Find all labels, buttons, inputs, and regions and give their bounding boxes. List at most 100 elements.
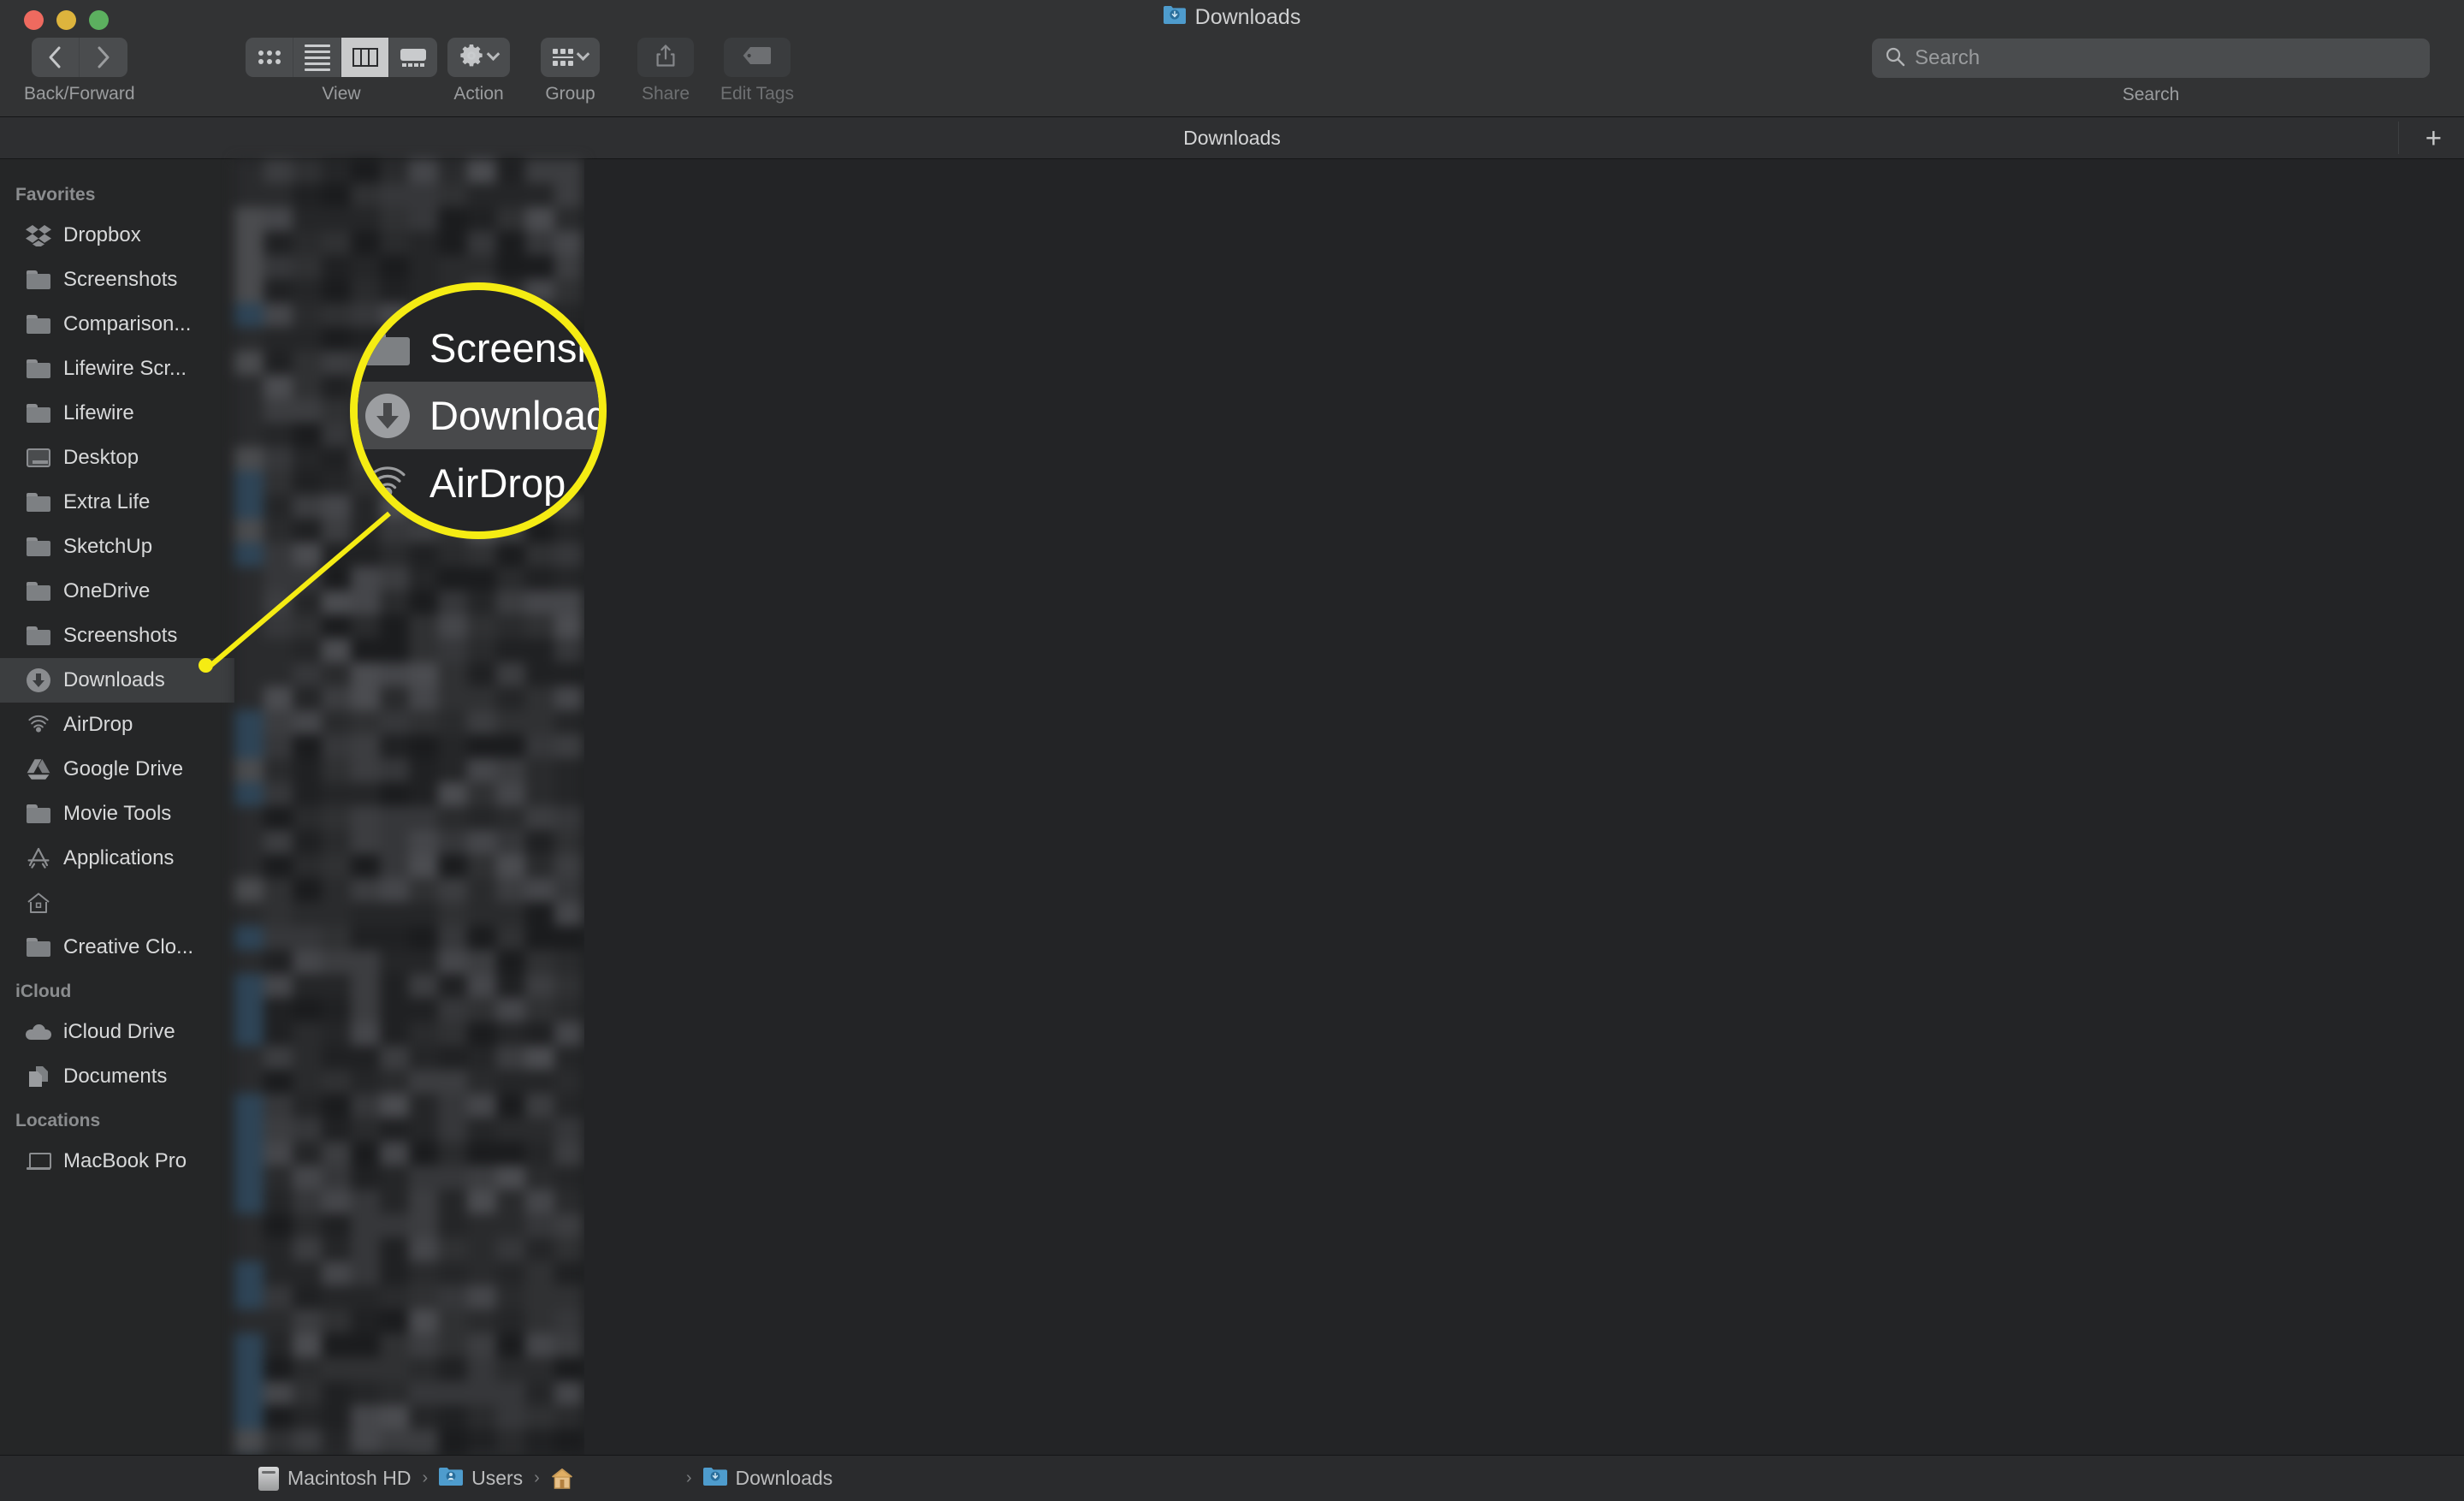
folder-icon bbox=[26, 400, 51, 426]
path-separator: › bbox=[685, 1468, 692, 1487]
sidebar-item-label: Documents bbox=[63, 1065, 168, 1088]
sidebar-item-label: MacBook Pro bbox=[63, 1149, 187, 1172]
path-segment-label: Macintosh HD bbox=[287, 1467, 412, 1489]
back-button[interactable] bbox=[32, 38, 80, 77]
toolbar: Downloads Back/Forward View Action Group… bbox=[0, 0, 2464, 117]
columns-icon bbox=[352, 48, 378, 67]
share-icon bbox=[655, 44, 676, 72]
sidebar-item-icloud-drive[interactable]: iCloud Drive bbox=[0, 1010, 234, 1054]
sidebar-item-applications[interactable]: Applications bbox=[0, 836, 234, 881]
sidebar-section-favorites: Favorites bbox=[15, 185, 96, 205]
column-one[interactable] bbox=[234, 159, 583, 1455]
macbook-icon bbox=[26, 1148, 51, 1174]
edit-tags-button[interactable] bbox=[724, 38, 791, 77]
tag-icon bbox=[742, 45, 773, 70]
action-button[interactable] bbox=[447, 38, 510, 77]
window-title-text: Downloads bbox=[1194, 5, 1301, 29]
hard-drive-icon bbox=[258, 1466, 279, 1491]
sidebar-item-onedrive[interactable]: OneDrive bbox=[0, 569, 234, 614]
applications-icon bbox=[26, 845, 51, 871]
file-browser-content[interactable] bbox=[234, 159, 2464, 1455]
users-folder-icon bbox=[439, 1467, 464, 1491]
path-segment-users[interactable]: Users bbox=[439, 1467, 523, 1491]
sidebar-item-label: iCloud Drive bbox=[63, 1020, 175, 1043]
sidebar-item-creative-cloud[interactable]: Creative Clo... bbox=[0, 925, 234, 970]
new-tab-button[interactable]: + bbox=[2426, 124, 2442, 152]
column-rest[interactable] bbox=[584, 159, 2464, 1455]
sidebar-item-macbook-pro[interactable]: MacBook Pro bbox=[0, 1139, 234, 1184]
share-group: Share bbox=[637, 38, 694, 104]
group-button[interactable] bbox=[541, 38, 600, 77]
group-icon bbox=[553, 49, 573, 66]
share-button[interactable] bbox=[637, 38, 694, 77]
blue-download-folder-icon bbox=[702, 1467, 727, 1491]
share-label: Share bbox=[641, 84, 690, 104]
sidebar-item-dropbox[interactable]: Dropbox bbox=[0, 213, 234, 258]
path-segment-downloads[interactable]: Downloads bbox=[702, 1467, 833, 1491]
search-label: Search bbox=[2122, 85, 2180, 104]
sidebar-item-downloads[interactable]: Downloads bbox=[0, 658, 234, 703]
chevron-down-icon bbox=[486, 46, 500, 61]
view-label: View bbox=[322, 84, 361, 104]
sidebar-item-lifewire[interactable]: Lifewire bbox=[0, 391, 234, 436]
search-group: Search Search bbox=[1872, 39, 2430, 105]
tab-divider bbox=[2398, 122, 2399, 154]
search-icon bbox=[1885, 46, 1905, 71]
list-view-button[interactable] bbox=[293, 38, 341, 77]
sidebar-item-screenshots[interactable]: Screenshots bbox=[0, 258, 234, 302]
sidebar-item-screenshots-2[interactable]: Screenshots bbox=[0, 614, 234, 658]
search-input[interactable]: Search bbox=[1872, 39, 2430, 78]
sidebar-item-label: Downloads bbox=[63, 668, 165, 691]
sidebar-item-label: Lifewire bbox=[63, 401, 134, 424]
sidebar-item-home[interactable] bbox=[0, 881, 234, 925]
airdrop-icon bbox=[26, 712, 51, 738]
sidebar[interactable]: Favorites Dropbox Screenshots Comparison… bbox=[0, 159, 234, 1455]
path-separator: › bbox=[534, 1468, 540, 1487]
folder-icon bbox=[26, 311, 51, 337]
grid-icon bbox=[258, 50, 281, 64]
sidebar-item-label: AirDrop bbox=[63, 713, 133, 736]
blue-download-folder-icon bbox=[1163, 5, 1186, 30]
edit-tags-label: Edit Tags bbox=[720, 84, 794, 104]
back-forward-group: Back/Forward bbox=[24, 38, 135, 104]
path-separator: › bbox=[422, 1468, 429, 1487]
tab-downloads[interactable]: Downloads bbox=[1183, 127, 1281, 150]
group-group: Group bbox=[541, 38, 600, 104]
sidebar-item-label: Google Drive bbox=[63, 757, 184, 780]
sidebar-section-locations: Locations bbox=[15, 1111, 101, 1130]
column-view-button[interactable] bbox=[341, 38, 389, 77]
path-segment-label: Users bbox=[471, 1467, 524, 1489]
back-forward-segmented[interactable] bbox=[31, 38, 127, 77]
icon-view-button[interactable] bbox=[246, 38, 293, 77]
sidebar-item-comparison[interactable]: Comparison... bbox=[0, 302, 234, 347]
dropbox-icon bbox=[26, 222, 51, 248]
sidebar-item-movie-tools[interactable]: Movie Tools bbox=[0, 792, 234, 836]
view-group: View bbox=[246, 38, 437, 104]
path-segment-macintosh-hd[interactable]: Macintosh HD bbox=[258, 1466, 412, 1491]
home-icon bbox=[551, 1468, 573, 1490]
sidebar-item-documents[interactable]: Documents bbox=[0, 1054, 234, 1099]
cloud-icon bbox=[26, 1019, 51, 1045]
finder-window: Downloads Back/Forward View Action Group… bbox=[0, 0, 2464, 1501]
path-bar[interactable]: Macintosh HD › Users › › Downloads bbox=[0, 1455, 2464, 1501]
sidebar-item-extra-life[interactable]: Extra Life bbox=[0, 480, 234, 525]
forward-button[interactable] bbox=[80, 38, 127, 77]
sidebar-item-label: Extra Life bbox=[63, 490, 151, 513]
sidebar-item-label: Lifewire Scr... bbox=[63, 357, 187, 380]
folder-icon bbox=[26, 267, 51, 293]
folder-icon bbox=[26, 356, 51, 382]
path-segment-home[interactable] bbox=[551, 1468, 582, 1490]
tab-bar: Downloads + bbox=[0, 117, 2464, 159]
gallery-view-button[interactable] bbox=[389, 38, 437, 77]
sidebar-item-google-drive[interactable]: Google Drive bbox=[0, 747, 234, 792]
view-segmented[interactable] bbox=[246, 38, 437, 77]
sidebar-item-label: Screenshots bbox=[63, 624, 178, 647]
sidebar-item-airdrop[interactable]: AirDrop bbox=[0, 703, 234, 747]
sidebar-item-desktop[interactable]: Desktop bbox=[0, 436, 234, 480]
path-segment-label: Downloads bbox=[735, 1467, 833, 1489]
sidebar-item-sketchup[interactable]: SketchUp bbox=[0, 525, 234, 569]
search-placeholder: Search bbox=[1915, 46, 1981, 69]
sidebar-item-lifewire-scr[interactable]: Lifewire Scr... bbox=[0, 347, 234, 391]
sidebar-item-label: Comparison... bbox=[63, 312, 192, 335]
folder-icon bbox=[26, 801, 51, 827]
